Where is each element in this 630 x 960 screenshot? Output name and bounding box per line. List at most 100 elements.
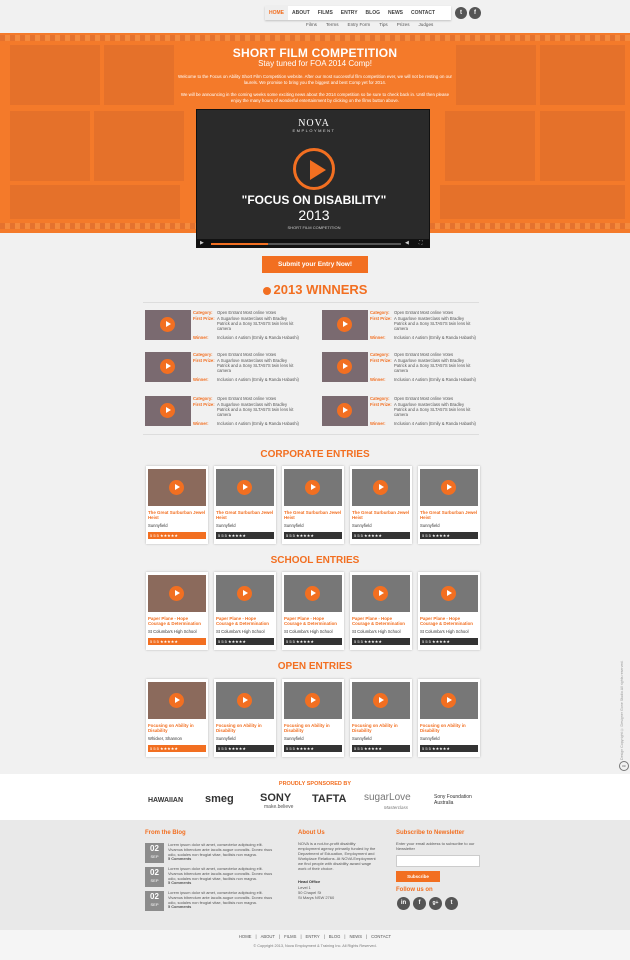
play-icon[interactable] (237, 480, 252, 495)
winner-thumbnail[interactable] (322, 352, 368, 382)
entry-thumbnail[interactable] (420, 682, 478, 719)
nav-home[interactable]: HOME (265, 6, 288, 20)
winner-row[interactable]: Category: Open Entrant Most online Votes F… (145, 352, 300, 388)
entry-thumbnail[interactable] (216, 575, 274, 612)
entry-card[interactable]: The Great Surburban Jewel Heist Sunnyfiel… (350, 466, 412, 544)
winner-row[interactable]: Category: Open Entrant Most online Votes F… (145, 396, 300, 432)
entry-card[interactable]: The Great Surburban Jewel Heist Sunnyfiel… (146, 466, 208, 544)
video-player[interactable]: NOVA EMPLOYMENT "FOCUS ON DISABILITY" 20… (196, 109, 430, 248)
entry-title[interactable]: The Great Surburban Jewel Heist (352, 510, 410, 520)
play-icon[interactable] (337, 403, 352, 418)
play-icon[interactable] (160, 317, 175, 332)
nav-blog[interactable]: BLOG (362, 6, 384, 20)
subscribe-button[interactable]: Subscribe (396, 871, 440, 882)
entry-card[interactable]: Focusing on Ability in Disability Whicker… (146, 679, 208, 757)
play-icon[interactable] (373, 586, 388, 601)
play-icon[interactable] (441, 693, 456, 708)
entry-title[interactable]: The Great Surburban Jewel Heist (420, 510, 478, 520)
footer-nav-home[interactable]: HOME (239, 934, 252, 939)
linkedin-icon[interactable]: in (397, 897, 410, 910)
footer-nav-about[interactable]: ABOUT (261, 934, 275, 939)
nav-news[interactable]: NEWS (384, 6, 407, 20)
footer-nav-entry[interactable]: ENTRY (306, 934, 320, 939)
play-icon[interactable] (441, 586, 456, 601)
entry-title[interactable]: Paper Plane - Hope Courage & Determinati… (284, 616, 342, 626)
entry-card[interactable]: The Great Surburban Jewel Heist Sunnyfiel… (282, 466, 344, 544)
subnav-terms[interactable]: Terms (326, 22, 339, 27)
winner-row[interactable]: Category: Open Entrant Most online Votes F… (322, 352, 477, 388)
play-icon[interactable] (305, 586, 320, 601)
facebook-icon[interactable]: f (469, 7, 481, 19)
entry-title[interactable]: The Great Surburban Jewel Heist (216, 510, 274, 520)
twitter-icon[interactable]: t (445, 897, 458, 910)
sponsor-sony[interactable]: SONY (260, 792, 291, 804)
entry-thumbnail[interactable] (284, 682, 342, 719)
winner-thumbnail[interactable] (145, 310, 191, 340)
play-icon[interactable] (305, 480, 320, 495)
play-icon[interactable] (337, 359, 352, 374)
play-icon[interactable] (169, 586, 184, 601)
subnav-entry-form[interactable]: Entry Form (348, 22, 371, 27)
entry-thumbnail[interactable] (216, 469, 274, 506)
blog-post[interactable]: 02 SEP Lorem ipsum dolor sit amet, consect… (145, 890, 275, 911)
blog-post[interactable]: 02 SEP Lorem ipsum dolor sit amet, consect… (145, 842, 275, 863)
footer-nav-blog[interactable]: BLOG (329, 934, 341, 939)
entry-title[interactable]: Paper Plane - Hope Courage & Determinati… (216, 616, 274, 626)
footer-nav-contact[interactable]: CONTACT (371, 934, 391, 939)
nav-about[interactable]: ABOUT (288, 6, 314, 20)
entry-title[interactable]: Focusing on Ability in Disability (420, 723, 478, 733)
volume-icon[interactable]: ◀ (405, 240, 409, 246)
submit-entry-button[interactable]: Submit your Entry Now! (262, 256, 368, 273)
blog-post[interactable]: 02 SEP Lorem ipsum dolor sit amet, consect… (145, 866, 275, 887)
newsletter-email-input[interactable] (396, 855, 480, 867)
googleplus-icon[interactable]: g+ (429, 897, 442, 910)
winner-thumbnail[interactable] (322, 310, 368, 340)
play-icon[interactable] (373, 693, 388, 708)
entry-title[interactable]: Focusing on Ability in Disability (216, 723, 274, 733)
entry-thumbnail[interactable] (420, 469, 478, 506)
play-icon[interactable] (441, 480, 456, 495)
entry-card[interactable]: Paper Plane - Hope Courage & Determinati… (350, 572, 412, 650)
entry-card[interactable]: Paper Plane - Hope Courage & Determinati… (214, 572, 276, 650)
nav-entry[interactable]: ENTRY (337, 6, 362, 20)
nav-films[interactable]: FILMS (314, 6, 337, 20)
entry-thumbnail[interactable] (352, 575, 410, 612)
entry-thumbnail[interactable] (420, 575, 478, 612)
entry-card[interactable]: The Great Surburban Jewel Heist Sunnyfiel… (214, 466, 276, 544)
entry-card[interactable]: Focusing on Ability in Disability Sunnyfi… (214, 679, 276, 757)
facebook-icon[interactable]: f (413, 897, 426, 910)
twitter-icon[interactable]: t (455, 7, 467, 19)
entry-thumbnail[interactable] (284, 469, 342, 506)
winner-thumbnail[interactable] (322, 396, 368, 426)
entry-card[interactable]: Paper Plane - Hope Courage & Determinati… (418, 572, 480, 650)
play-icon[interactable] (293, 148, 335, 190)
post-comments[interactable]: 5 Comments (168, 880, 191, 885)
footer-nav-films[interactable]: FILMS (284, 934, 296, 939)
entry-thumbnail[interactable] (148, 575, 206, 612)
entry-title[interactable]: Paper Plane - Hope Courage & Determinati… (352, 616, 410, 626)
entry-thumbnail[interactable] (352, 469, 410, 506)
sponsor-sony-foundation[interactable]: Sony Foundation Australia (434, 794, 480, 806)
entry-title[interactable]: The Great Surburban Jewel Heist (284, 510, 342, 520)
post-comments[interactable]: 5 Comments (168, 856, 191, 861)
entry-title[interactable]: The Great Surburban Jewel Heist (148, 510, 206, 520)
winner-thumbnail[interactable] (145, 396, 191, 426)
play-small-icon[interactable]: ▶ (200, 240, 204, 246)
winner-thumbnail[interactable] (145, 352, 191, 382)
entry-card[interactable]: Focusing on Ability in Disability Sunnyfi… (350, 679, 412, 757)
entry-title[interactable]: Paper Plane - Hope Courage & Determinati… (148, 616, 206, 626)
entry-title[interactable]: Focusing on Ability in Disability (148, 723, 206, 733)
play-icon[interactable] (169, 480, 184, 495)
entry-thumbnail[interactable] (216, 682, 274, 719)
sponsor-tafta[interactable]: TAFTA (312, 793, 346, 805)
entry-title[interactable]: Paper Plane - Hope Courage & Determinati… (420, 616, 478, 626)
fullscreen-icon[interactable]: ⛶ (419, 240, 423, 246)
sponsor-hawaiian[interactable]: HAWAIIAN (148, 797, 183, 804)
play-icon[interactable] (337, 317, 352, 332)
entry-thumbnail[interactable] (352, 682, 410, 719)
winner-row[interactable]: Category: Open Entrant Most online Votes F… (322, 310, 477, 346)
entry-title[interactable]: Focusing on Ability in Disability (352, 723, 410, 733)
entry-card[interactable]: Focusing on Ability in Disability Sunnyfi… (418, 679, 480, 757)
subnav-prizes[interactable]: Prizes (397, 22, 410, 27)
play-icon[interactable] (305, 693, 320, 708)
